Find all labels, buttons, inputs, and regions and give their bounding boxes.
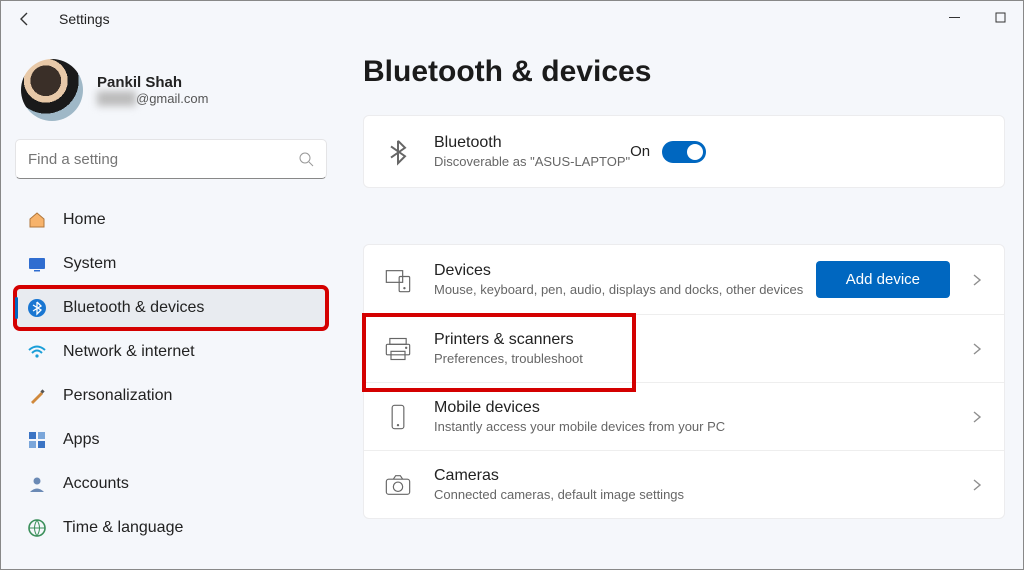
camera-icon: [384, 471, 412, 499]
row-subtitle: Preferences, troubleshoot: [434, 351, 583, 366]
bluetooth-toggle[interactable]: On: [630, 141, 706, 163]
search-input[interactable]: [28, 151, 298, 168]
sidebar-item-label: Home: [63, 211, 106, 229]
main-content: Bluetooth & devices Bluetooth Discoverab…: [341, 37, 1023, 569]
bluetooth-icon: [27, 298, 47, 318]
row-printers-scanners[interactable]: Printers & scanners Preferences, trouble…: [364, 315, 1004, 383]
back-button[interactable]: [9, 3, 41, 35]
row-title: Cameras: [434, 467, 684, 485]
chevron-right-icon: [970, 342, 984, 356]
page-title: Bluetooth & devices: [363, 55, 1005, 89]
sidebar-item-apps[interactable]: Apps: [15, 419, 327, 461]
sidebar-item-label: Accounts: [63, 475, 129, 493]
chevron-right-icon: [970, 273, 984, 287]
row-title: Mobile devices: [434, 399, 725, 417]
sidebar-item-network[interactable]: Network & internet: [15, 331, 327, 373]
row-mobile-devices[interactable]: Mobile devices Instantly access your mob…: [364, 383, 1004, 451]
system-icon: [27, 254, 47, 274]
search-icon: [298, 151, 314, 167]
row-title: Printers & scanners: [434, 331, 583, 349]
home-icon: [27, 210, 47, 230]
sidebar-item-label: Network & internet: [63, 343, 195, 361]
sidebar-item-label: Bluetooth & devices: [63, 299, 204, 317]
sidebar-nav: Home System Bluetooth & devices Network …: [15, 199, 327, 549]
chevron-right-icon: [970, 410, 984, 424]
row-cameras[interactable]: Cameras Connected cameras, default image…: [364, 451, 1004, 518]
profile-name: Pankil Shah: [97, 74, 208, 91]
bluetooth-subtitle: Discoverable as "ASUS-LAPTOP": [434, 154, 630, 169]
personalization-icon: [27, 386, 47, 406]
toggle-switch-icon: [662, 141, 706, 163]
sidebar-item-bluetooth-devices[interactable]: Bluetooth & devices: [15, 287, 327, 329]
maximize-button[interactable]: [977, 1, 1023, 33]
sidebar-item-home[interactable]: Home: [15, 199, 327, 241]
arrow-left-icon: [17, 11, 33, 27]
row-subtitle: Connected cameras, default image setting…: [434, 487, 684, 502]
maximize-icon: [995, 12, 1006, 23]
sidebar: Pankil Shah xxxxxx@gmail.com Home System…: [1, 37, 341, 569]
accounts-icon: [27, 474, 47, 494]
add-device-button[interactable]: Add device: [816, 261, 950, 298]
sidebar-item-label: Time & language: [63, 519, 183, 537]
row-subtitle: Instantly access your mobile devices fro…: [434, 419, 725, 434]
apps-icon: [27, 430, 47, 450]
bluetooth-toggle-label: On: [630, 143, 650, 160]
chevron-right-icon: [970, 478, 984, 492]
bluetooth-title: Bluetooth: [434, 134, 630, 152]
settings-list: Devices Mouse, keyboard, pen, audio, dis…: [363, 244, 1005, 519]
wifi-icon: [27, 342, 47, 362]
sidebar-item-label: Apps: [63, 431, 99, 449]
minimize-button[interactable]: [931, 1, 977, 33]
sidebar-item-accounts[interactable]: Accounts: [15, 463, 327, 505]
sidebar-item-label: Personalization: [63, 387, 172, 405]
printer-icon: [384, 335, 412, 363]
sidebar-item-label: System: [63, 255, 116, 273]
row-title: Devices: [434, 262, 803, 280]
profile[interactable]: Pankil Shah xxxxxx@gmail.com: [21, 59, 327, 121]
bluetooth-icon: [384, 138, 412, 166]
search-box[interactable]: [15, 139, 327, 179]
minimize-icon: [949, 12, 960, 23]
avatar: [21, 59, 83, 121]
window-controls: [931, 1, 1023, 33]
sidebar-item-time-language[interactable]: Time & language: [15, 507, 327, 549]
sidebar-item-system[interactable]: System: [15, 243, 327, 285]
devices-icon: [384, 266, 412, 294]
bluetooth-card: Bluetooth Discoverable as "ASUS-LAPTOP" …: [363, 115, 1005, 188]
mobile-icon: [384, 403, 412, 431]
row-devices[interactable]: Devices Mouse, keyboard, pen, audio, dis…: [364, 245, 1004, 315]
row-subtitle: Mouse, keyboard, pen, audio, displays an…: [434, 282, 803, 297]
sidebar-item-personalization[interactable]: Personalization: [15, 375, 327, 417]
profile-email: xxxxxx@gmail.com: [97, 91, 208, 106]
window-title: Settings: [59, 11, 110, 27]
time-language-icon: [27, 518, 47, 538]
